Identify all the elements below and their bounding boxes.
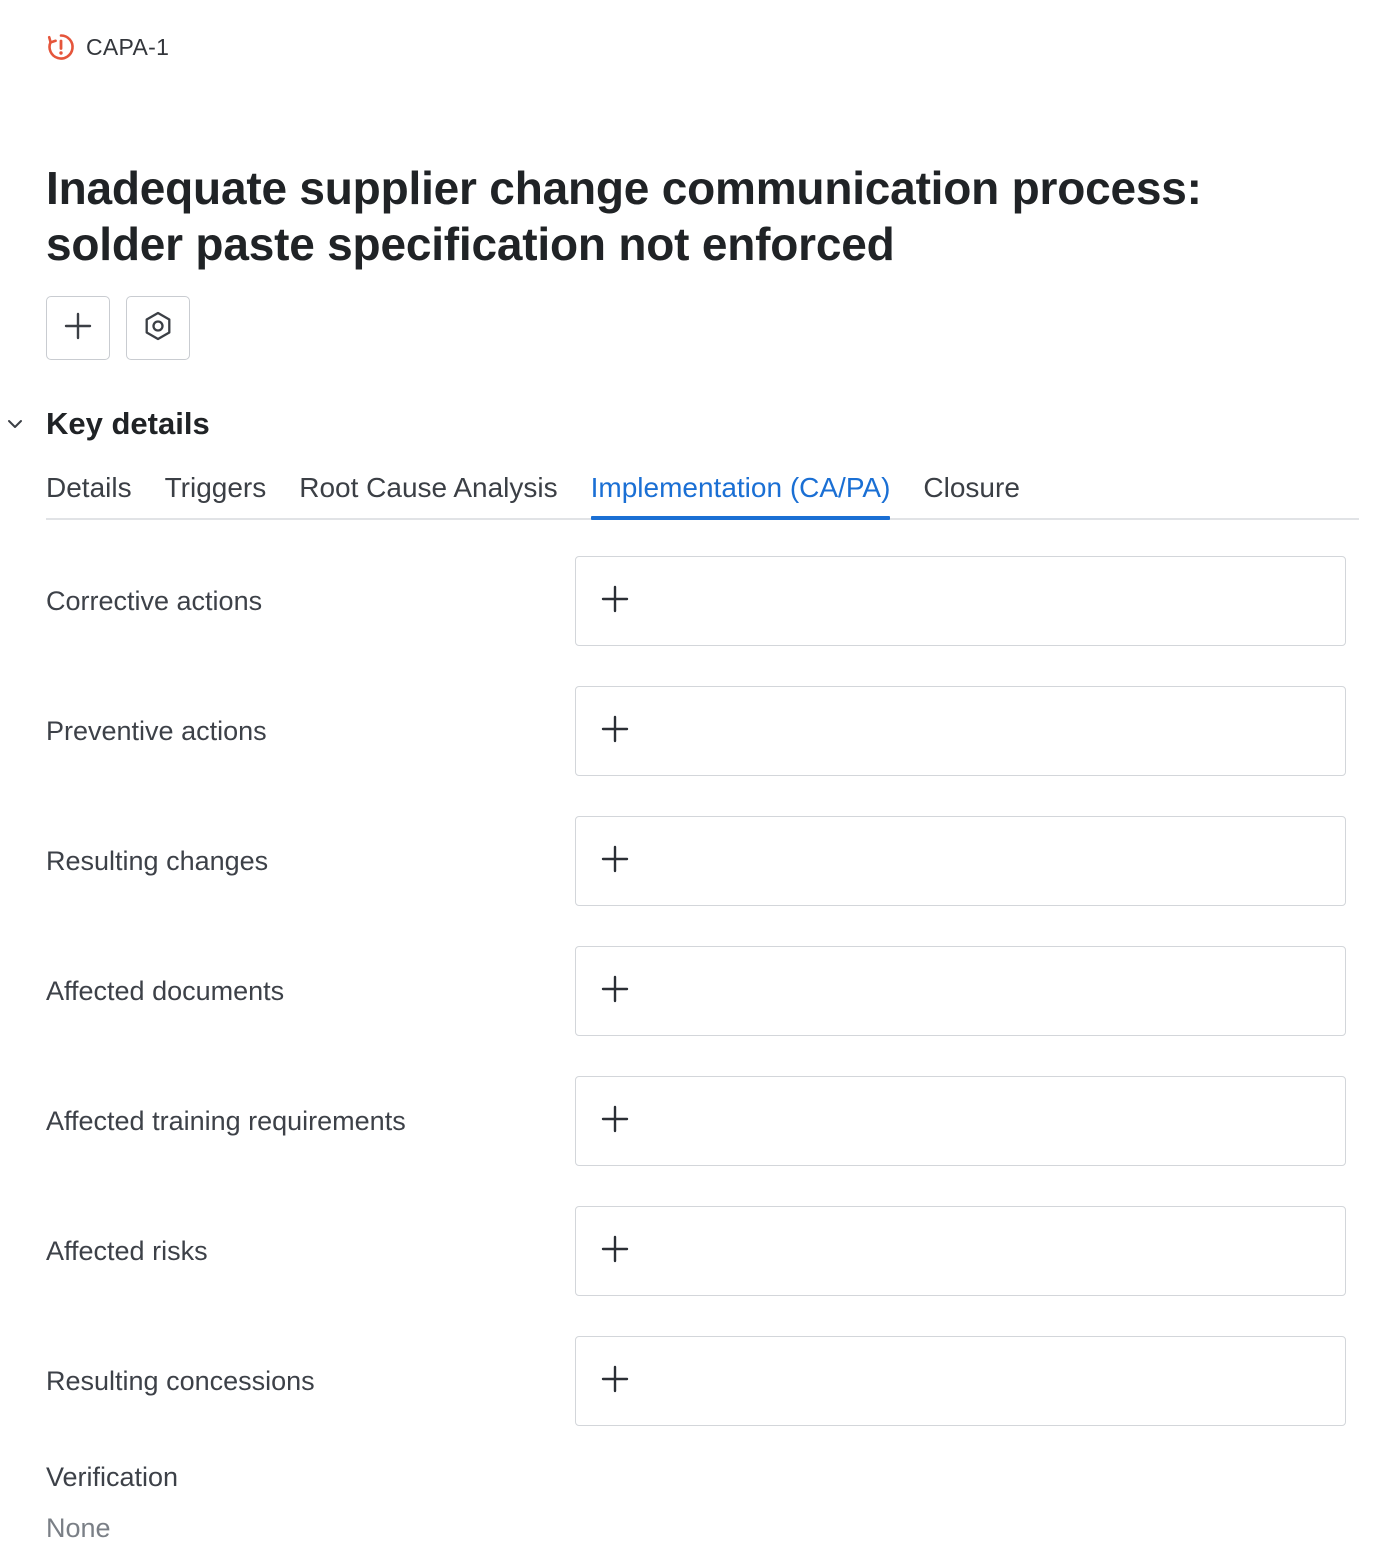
field-label: Affected training requirements — [46, 1105, 406, 1136]
add-corrective-action-button[interactable] — [575, 556, 1346, 646]
tab-triggers[interactable]: Triggers — [165, 462, 267, 518]
add-resulting-concession-button[interactable] — [575, 1336, 1346, 1426]
tab-bar: Details Triggers Root Cause Analysis Imp… — [46, 462, 1359, 520]
field-label: Preventive actions — [46, 715, 267, 746]
plus-icon — [600, 1234, 630, 1269]
plus-icon — [600, 844, 630, 879]
add-affected-risk-button[interactable] — [575, 1206, 1346, 1296]
field-row-resulting-concessions: Resulting concessions — [46, 1336, 1346, 1426]
key-details-header[interactable]: Key details — [0, 404, 210, 444]
add-button[interactable] — [46, 296, 110, 360]
field-label: Corrective actions — [46, 585, 263, 616]
field-label: Resulting concessions — [46, 1365, 315, 1396]
chevron-down-icon[interactable] — [0, 404, 30, 444]
field-label: Affected documents — [46, 975, 285, 1006]
field-label: Affected risks — [46, 1235, 208, 1266]
plus-icon — [600, 584, 630, 619]
hexagon-settings-icon — [142, 310, 174, 347]
section-title: Key details — [46, 406, 210, 441]
title-toolbar — [46, 296, 190, 360]
alert-circle-icon — [46, 32, 76, 62]
page-title-line-2: solder paste specification not enforced — [46, 218, 895, 270]
record-id: CAPA-1 — [86, 33, 170, 60]
plus-icon — [600, 1364, 630, 1399]
field-row-affected-documents: Affected documents — [46, 946, 1346, 1036]
field-row-corrective-actions: Corrective actions — [46, 556, 1346, 646]
plus-icon — [63, 311, 93, 346]
add-affected-document-button[interactable] — [575, 946, 1346, 1036]
verification-value: None — [46, 1513, 111, 1543]
add-preventive-action-button[interactable] — [575, 686, 1346, 776]
field-row-affected-risks: Affected risks — [46, 1206, 1346, 1296]
capa-detail-page: CAPA-1 Inadequate supplier change commun… — [0, 0, 1378, 1564]
tab-root-cause-analysis[interactable]: Root Cause Analysis — [299, 462, 557, 518]
page-title: Inadequate supplier change communication… — [46, 160, 1326, 272]
settings-button[interactable] — [126, 296, 190, 360]
field-label: Resulting changes — [46, 845, 269, 876]
field-row-resulting-changes: Resulting changes — [46, 816, 1346, 906]
verification-label: Verification — [46, 1462, 179, 1492]
field-row-affected-training: Affected training requirements — [46, 1076, 1346, 1166]
plus-icon — [600, 974, 630, 1009]
tab-details[interactable]: Details — [46, 462, 132, 518]
field-row-preventive-actions: Preventive actions — [46, 686, 1346, 776]
add-affected-training-button[interactable] — [575, 1076, 1346, 1166]
add-resulting-change-button[interactable] — [575, 816, 1346, 906]
tab-closure[interactable]: Closure — [923, 462, 1019, 518]
tab-implementation[interactable]: Implementation (CA/PA) — [590, 462, 890, 520]
plus-icon — [600, 1104, 630, 1139]
breadcrumb[interactable]: CAPA-1 — [46, 31, 169, 63]
page-title-line-1: Inadequate supplier change communication… — [46, 162, 1202, 214]
plus-icon — [600, 714, 630, 749]
